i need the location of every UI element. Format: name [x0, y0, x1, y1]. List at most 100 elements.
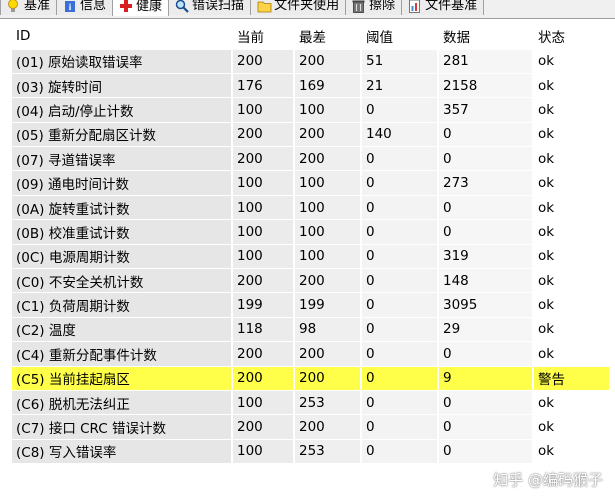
- status-cell: ok: [533, 170, 611, 196]
- raw-data-cell: 273: [438, 170, 534, 196]
- raw-data-cell: 281: [438, 49, 534, 74]
- threshold-cell: 0: [361, 341, 439, 367]
- raw-data-cell: 9: [438, 366, 534, 391]
- raw-data-cell: 0: [438, 219, 534, 245]
- table-row[interactable]: (03) 旋转时间 176 169 21 2158 ok: [12, 73, 611, 99]
- current-value-cell: 100: [232, 219, 295, 245]
- tab-2[interactable]: 健康: [112, 0, 170, 16]
- table-row[interactable]: (0B) 校准重试计数 100 100 0 0 ok: [12, 219, 611, 245]
- table-row[interactable]: (0C) 电源周期计数 100 100 0 319 ok: [12, 244, 611, 270]
- current-value-cell: 200: [232, 122, 295, 148]
- worst-value-cell: 100: [294, 195, 362, 221]
- table-row[interactable]: (0A) 旋转重试计数 100 100 0 0 ok: [12, 195, 611, 221]
- status-cell: ok: [533, 390, 611, 416]
- raw-data-cell: 148: [438, 268, 534, 294]
- table-row[interactable]: (C1) 负荷周期计数 199 199 0 3095 ok: [12, 292, 611, 318]
- current-value-cell: 100: [232, 195, 295, 221]
- raw-data-cell: 3095: [438, 292, 534, 318]
- attribute-id-cell: (0C) 电源周期计数: [12, 244, 233, 270]
- tab-4[interactable]: 文件夹使用: [250, 0, 347, 15]
- table-row[interactable]: (C8) 写入错误率 100 253 0 0 ok: [12, 439, 611, 465]
- threshold-cell: 0: [361, 366, 439, 391]
- worst-value-cell: 100: [294, 170, 362, 196]
- table-row[interactable]: (09) 通电时间计数 100 100 0 273 ok: [12, 170, 611, 196]
- status-cell: ok: [533, 244, 611, 270]
- table-row-warning[interactable]: (C5) 当前挂起扇区 200 200 0 9 警告: [12, 366, 611, 391]
- table-row[interactable]: (05) 重新分配扇区计数 200 200 140 0 ok: [12, 122, 611, 148]
- column-header-worst[interactable]: 最差: [294, 24, 362, 50]
- status-cell: 警告: [533, 366, 611, 391]
- current-value-cell: 200: [232, 49, 295, 74]
- raw-data-cell: 357: [438, 97, 534, 123]
- attribute-id-cell: (03) 旋转时间: [12, 73, 233, 99]
- status-cell: ok: [533, 292, 611, 318]
- attribute-id-cell: (01) 原始读取错误率: [12, 49, 233, 74]
- status-cell: ok: [533, 268, 611, 294]
- raw-data-cell: 0: [438, 439, 534, 465]
- table-row[interactable]: (C2) 温度 118 98 0 29 ok: [12, 317, 611, 343]
- tab-strip: 基准 i 信息 健康 错误扫描 文件夹使用 擦除 文件基准: [0, 0, 615, 19]
- threshold-cell: 0: [361, 195, 439, 221]
- threshold-cell: 0: [361, 97, 439, 123]
- raw-data-cell: 0: [438, 414, 534, 440]
- raw-data-cell: 0: [438, 195, 534, 221]
- table-row[interactable]: (C4) 重新分配事件计数 200 200 0 0 ok: [12, 341, 611, 367]
- attribute-id-cell: (0B) 校准重试计数: [12, 219, 233, 245]
- worst-value-cell: 200: [294, 49, 362, 74]
- worst-value-cell: 200: [294, 414, 362, 440]
- worst-value-cell: 100: [294, 97, 362, 123]
- threshold-cell: 0: [361, 170, 439, 196]
- tab-6[interactable]: 文件基准: [401, 0, 485, 15]
- raw-data-cell: 29: [438, 317, 534, 343]
- column-header-id[interactable]: ID: [12, 24, 233, 50]
- table-row[interactable]: (C7) 接口 CRC 错误计数 200 200 0 0 ok: [12, 414, 611, 440]
- attribute-id-cell: (04) 启动/停止计数: [12, 97, 233, 123]
- table-row[interactable]: (01) 原始读取错误率 200 200 51 281 ok: [12, 49, 611, 74]
- worst-value-cell: 200: [294, 122, 362, 148]
- bulb-icon: [7, 0, 21, 13]
- tab-5[interactable]: 擦除: [345, 0, 403, 15]
- current-value-cell: 176: [232, 73, 295, 99]
- raw-data-cell: 319: [438, 244, 534, 270]
- threshold-cell: 0: [361, 317, 439, 343]
- folder-icon: [257, 0, 272, 13]
- threshold-cell: 0: [361, 244, 439, 270]
- smart-attributes-table: ID 当前 最差 阈值 数据 状态 (01) 原始读取错误率 200 200 51 28…: [12, 24, 611, 465]
- attribute-id-cell: (C2) 温度: [12, 317, 233, 343]
- column-header-current[interactable]: 当前: [232, 24, 295, 50]
- tab-3[interactable]: 错误扫描: [168, 0, 252, 15]
- attribute-id-cell: (C4) 重新分配事件计数: [12, 341, 233, 367]
- worst-value-cell: 253: [294, 390, 362, 416]
- current-value-cell: 100: [232, 170, 295, 196]
- column-header-data[interactable]: 数据: [438, 24, 534, 50]
- status-cell: ok: [533, 414, 611, 440]
- file-benchmark-icon: [408, 0, 422, 13]
- column-header-threshold[interactable]: 阈值: [361, 24, 439, 50]
- attribute-id-cell: (07) 寻道错误率: [12, 146, 233, 172]
- worst-value-cell: 100: [294, 219, 362, 245]
- current-value-cell: 100: [232, 390, 295, 416]
- worst-value-cell: 169: [294, 73, 362, 99]
- info-icon: i: [63, 0, 77, 13]
- table-row[interactable]: (C6) 脱机无法纠正 100 253 0 0 ok: [12, 390, 611, 416]
- table-row[interactable]: (C0) 不安全关机计数 200 200 0 148 ok: [12, 268, 611, 294]
- column-header-status[interactable]: 状态: [533, 24, 611, 50]
- tab-label: 文件基准: [425, 0, 478, 13]
- status-cell: ok: [533, 439, 611, 465]
- current-value-cell: 200: [232, 414, 295, 440]
- table-row[interactable]: (07) 寻道错误率 200 200 0 0 ok: [12, 146, 611, 172]
- health-cross-icon: [119, 0, 133, 13]
- tab-label: 擦除: [369, 0, 396, 13]
- tab-1[interactable]: i 信息: [56, 0, 114, 15]
- status-cell: ok: [533, 219, 611, 245]
- tab-0[interactable]: 基准: [0, 0, 58, 15]
- current-value-cell: 100: [232, 439, 295, 465]
- threshold-cell: 0: [361, 292, 439, 318]
- raw-data-cell: 0: [438, 122, 534, 148]
- attribute-id-cell: (C5) 当前挂起扇区: [12, 366, 233, 391]
- current-value-cell: 199: [232, 292, 295, 318]
- worst-value-cell: 200: [294, 146, 362, 172]
- table-row[interactable]: (04) 启动/停止计数 100 100 0 357 ok: [12, 97, 611, 123]
- worst-value-cell: 200: [294, 341, 362, 367]
- attribute-id-cell: (C0) 不安全关机计数: [12, 268, 233, 294]
